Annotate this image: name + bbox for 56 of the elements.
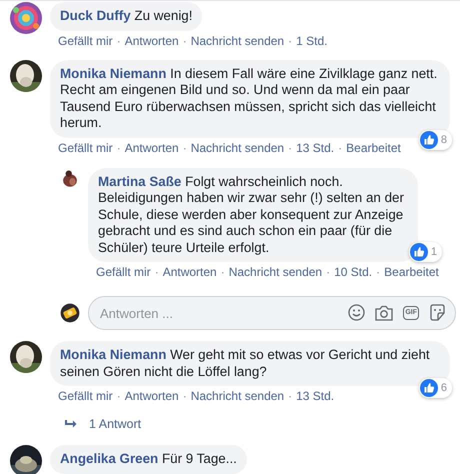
author-link[interactable]: Monika Niemann [60, 66, 166, 80]
timestamp-link[interactable]: 13 Std. [296, 140, 334, 156]
timestamp-link[interactable]: 13 Std. [296, 388, 334, 404]
separator-dot: · [326, 264, 330, 280]
reaction-badge[interactable]: 8 [418, 130, 452, 150]
like-icon [410, 243, 428, 261]
edited-label: Bearbeitet [384, 264, 439, 280]
action-link[interactable]: Gefällt mir [58, 140, 113, 156]
timestamp-link[interactable]: 1 Std. [296, 32, 328, 48]
comment-text: Martina Saße Folgt wahrscheinlich noch. Beleidigungen haben wir zwar sehr (!) selten an der Schule, diese werden aber konsequent zur Anzeige gebracht und es sind auch schon ein paar (für die Schüler) teure Urteile erfolgt. [98, 174, 404, 254]
like-icon [420, 379, 438, 397]
timestamp-link[interactable]: 10 Std. [334, 264, 372, 280]
author-link[interactable]: Martina Saße [98, 174, 182, 188]
reaction-badge[interactable]: 6 [418, 378, 452, 398]
reaction-count: 6 [440, 381, 447, 396]
comment-text: Monika Niemann Wer geht mit so etwas vor Gericht und zieht seinen Gören nicht die Löffel lang? [60, 347, 430, 378]
separator-dot: · [154, 264, 159, 280]
action-link[interactable]: Nachricht senden [228, 264, 322, 280]
action-link[interactable]: Nachricht senden [190, 388, 284, 404]
action-link[interactable]: Antworten [124, 388, 179, 404]
sticker-icon[interactable] [429, 304, 446, 321]
reply-arrow-icon [65, 419, 77, 429]
action-link[interactable]: Gefällt mir [96, 264, 151, 280]
separator-dot: · [182, 140, 187, 156]
action-link[interactable]: Nachricht senden [190, 140, 284, 156]
action-link[interactable]: Gefällt mir [58, 32, 113, 48]
reaction-badge[interactable]: 1 [408, 242, 442, 262]
author-link[interactable]: Duck Duffy [60, 8, 131, 23]
action-link[interactable]: Antworten [162, 264, 217, 280]
comment-text: Duck Duffy Zu wenig! [60, 8, 192, 23]
author-link[interactable]: Monika Niemann [60, 347, 166, 362]
reaction-count: 1 [430, 245, 437, 260]
separator-dot: · [116, 388, 121, 404]
like-icon [420, 130, 438, 148]
camera-icon[interactable] [375, 304, 394, 320]
author-link[interactable]: Angelika Green [60, 451, 158, 466]
separator-dot: · [182, 32, 187, 48]
separator-dot: · [376, 264, 380, 280]
edited-label: Bearbeitet [346, 140, 401, 156]
comment-text: Angelika Green Für 9 Tage... [60, 451, 237, 466]
action-link[interactable]: Antworten [124, 140, 179, 156]
separator-dot: · [220, 264, 225, 280]
reaction-count: 8 [440, 132, 447, 148]
separator-dot: · [116, 32, 121, 48]
separator-dot: · [182, 388, 187, 404]
separator-dot: · [338, 140, 342, 156]
separator-dot: · [288, 388, 292, 404]
separator-dot: · [116, 140, 121, 156]
comment-text: Monika Niemann In diesem Fall wäre eine Zivilklage ganz nett. Recht am eingenen Bild und so. Und wenn da mal ein paar Tausend Euro rüberwachsen müssen, spricht sich das vielleicht herum. [60, 66, 438, 130]
action-link[interactable]: Nachricht senden [190, 32, 284, 48]
separator-dot: · [288, 140, 292, 156]
separator-dot: · [288, 32, 292, 48]
smiley-icon[interactable] [348, 304, 366, 321]
replies-link[interactable]: 1 Antwort [65, 416, 142, 432]
action-link[interactable]: Gefällt mir [58, 388, 113, 404]
action-link[interactable]: Antworten [124, 32, 179, 48]
